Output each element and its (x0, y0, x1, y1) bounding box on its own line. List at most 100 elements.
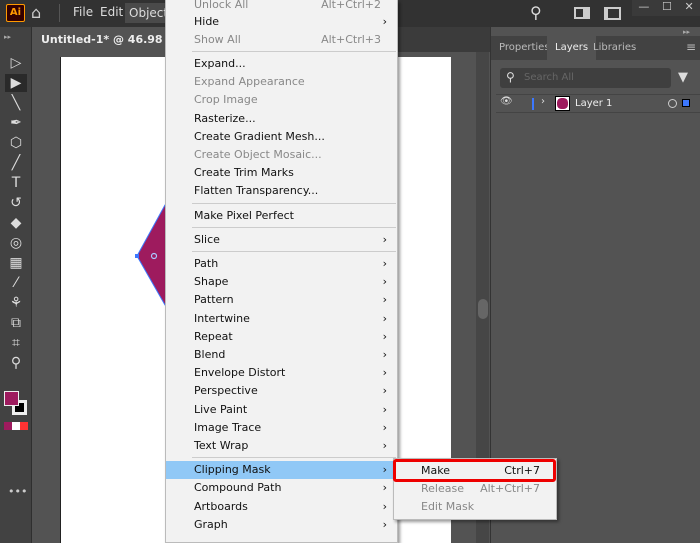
submenu-arrow-icon: › (382, 311, 387, 325)
rotate-tool-icon[interactable]: ↺ (5, 194, 27, 212)
menu-item-label: Graph (194, 517, 228, 531)
object-menu: Unlock All Alt+Ctrl+2 Hide › Show All Alt+Ctr… (165, 0, 398, 543)
menu-item-pattern[interactable]: Pattern › (166, 291, 397, 309)
workspace-icon[interactable] (604, 7, 621, 20)
menu-item-make-pixel-perfect[interactable]: Make Pixel Perfect (166, 207, 397, 225)
collapse-panel-icon[interactable]: ▸▸ (683, 28, 690, 36)
menu-item-label: Make Pixel Perfect (194, 208, 294, 222)
menu-item-text-wrap[interactable]: Text Wrap › (166, 437, 397, 455)
menu-item-graph[interactable]: Graph › (166, 516, 397, 534)
menu-item-create-object-mosaic[interactable]: Create Object Mosaic... (166, 146, 397, 164)
target-icon[interactable] (668, 99, 677, 108)
layer-name[interactable]: Layer 1 (575, 98, 612, 109)
menu-item-label: Intertwine (194, 311, 250, 325)
line-tool-icon[interactable]: ╲ (5, 94, 27, 112)
shortcut: Alt+Ctrl+2 (321, 0, 381, 11)
menu-item-create-trim-marks[interactable]: Create Trim Marks (166, 164, 397, 182)
puppet-warp-tool-icon[interactable]: ⚘ (5, 294, 27, 312)
submenu-arrow-icon: › (382, 517, 387, 531)
selection-indicator[interactable] (682, 99, 690, 107)
menu-item-artboards[interactable]: Artboards › (166, 498, 397, 516)
menu-item-perspective[interactable]: Perspective › (166, 382, 397, 400)
submenu-arrow-icon: › (382, 15, 387, 28)
panel-menu-icon[interactable]: ≡ (686, 40, 696, 54)
collapse-toolbar-icon[interactable]: ▸▸ (4, 33, 11, 41)
menu-separator (192, 202, 396, 204)
visibility-eye-icon[interactable]: 👁 (500, 96, 513, 107)
crop-tool-icon[interactable]: ⌗ (5, 334, 27, 352)
menu-item-label: Hide (194, 15, 220, 28)
menu-item-compound-path[interactable]: Compound Path › (166, 479, 397, 497)
menu-item-unlock-all[interactable]: Unlock All Alt+Ctrl+2 (166, 0, 397, 14)
more-tools-icon[interactable]: ••• (8, 485, 27, 498)
menu-item-label: Crop Image (194, 93, 258, 107)
pen-tool-icon[interactable]: ✒ (5, 114, 27, 132)
menu-item-repeat[interactable]: Repeat › (166, 328, 397, 346)
menu-item-flatten-transparency[interactable]: Flatten Transparency... (166, 182, 397, 200)
menu-item-show-all[interactable]: Show All Alt+Ctrl+3 (166, 31, 397, 49)
menu-item-expand[interactable]: Expand... (166, 55, 397, 73)
home-icon[interactable]: ⌂ (31, 3, 41, 22)
shortcut: Alt+Ctrl+3 (321, 33, 381, 46)
app-logo: Ai (6, 4, 25, 22)
menu-item-label: Path (194, 257, 219, 270)
anchor-point[interactable] (135, 254, 139, 258)
menu-separator (192, 251, 396, 252)
search-icon[interactable]: ⚲ (530, 3, 542, 22)
menu-item-path[interactable]: Path › (166, 255, 397, 273)
maximize-icon[interactable]: ☐ (662, 0, 672, 16)
direct-selection-tool-icon[interactable]: ▷ (5, 54, 27, 72)
arrange-documents-icon[interactable] (574, 7, 590, 19)
submenu-item-edit-mask[interactable]: Edit Mask (394, 498, 556, 516)
menu-file[interactable]: File (73, 5, 93, 19)
submenu-item-label: Release (421, 482, 464, 495)
menu-item-label: Flatten Transparency... (194, 184, 319, 198)
menu-item-image-trace[interactable]: Image Trace › (166, 419, 397, 437)
color-mode-buttons[interactable] (4, 422, 28, 430)
menu-item-blend[interactable]: Blend › (166, 346, 397, 364)
menu-item-create-gradient-mesh[interactable]: Create Gradient Mesh... (166, 128, 397, 146)
menu-item-label: Envelope Distort (194, 366, 286, 380)
eraser-tool-icon[interactable]: ◆ (5, 214, 27, 232)
menu-item-label: Blend (194, 348, 226, 361)
menu-item-envelope-distort[interactable]: Envelope Distort › (166, 364, 397, 382)
menu-item-label: Perspective (194, 384, 258, 398)
menu-edit[interactable]: Edit (100, 5, 123, 19)
shape-builder-tool-icon[interactable]: ◎ (5, 234, 27, 252)
layers-search-input[interactable]: Search All (500, 68, 671, 88)
menu-item-expand-appearance[interactable]: Expand Appearance (166, 73, 397, 91)
menu-item-clipping-mask[interactable]: Clipping Mask › (166, 461, 397, 480)
menu-item-shape[interactable]: Shape › (166, 273, 397, 291)
submenu-arrow-icon: › (382, 463, 387, 477)
expand-chevron-icon[interactable]: › (541, 96, 545, 107)
menu-item-live-paint[interactable]: Live Paint › (166, 401, 397, 419)
selected-shape[interactable] (130, 200, 170, 310)
layer-row[interactable]: 👁 › Layer 1 (496, 94, 700, 113)
menu-item-slice[interactable]: Slice › (166, 231, 397, 249)
tab-libraries[interactable]: Libraries (585, 36, 644, 60)
layer-color-bar (532, 98, 534, 110)
symbol-tool-icon[interactable]: ⧉ (5, 314, 27, 332)
layer-thumbnail (555, 96, 570, 111)
minimize-icon[interactable]: — (638, 0, 649, 16)
menu-item-hide[interactable]: Hide › (166, 13, 397, 31)
scrollbar-thumb[interactable] (478, 299, 488, 319)
menu-item-intertwine[interactable]: Intertwine › (166, 310, 397, 328)
type-tool-icon[interactable]: T (5, 174, 27, 192)
search-icon: ⚲ (506, 70, 515, 84)
close-icon[interactable]: ✕ (684, 0, 693, 16)
polygon-tool-icon[interactable]: ⬡ (5, 134, 27, 152)
eyedropper-tool-icon[interactable]: ⁄ (5, 274, 27, 292)
selection-tool-icon[interactable]: ▶ (5, 74, 27, 92)
menu-item-rasterize[interactable]: Rasterize... (166, 110, 397, 128)
zoom-tool-icon[interactable]: ⚲ (5, 354, 27, 372)
window-controls: — ☐ ✕ (632, 0, 700, 16)
menu-item-crop-image[interactable]: Crop Image (166, 91, 397, 109)
menu-item-label: Expand... (194, 57, 246, 70)
gradient-tool-icon[interactable]: ▦ (5, 254, 27, 272)
submenu-arrow-icon: › (382, 439, 387, 452)
paintbrush-tool-icon[interactable]: ╱ (5, 154, 27, 172)
filter-icon[interactable]: ▼ (678, 70, 688, 85)
submenu-item-release[interactable]: Release Alt+Ctrl+7 (394, 480, 556, 498)
fill-swatch[interactable] (4, 391, 19, 406)
